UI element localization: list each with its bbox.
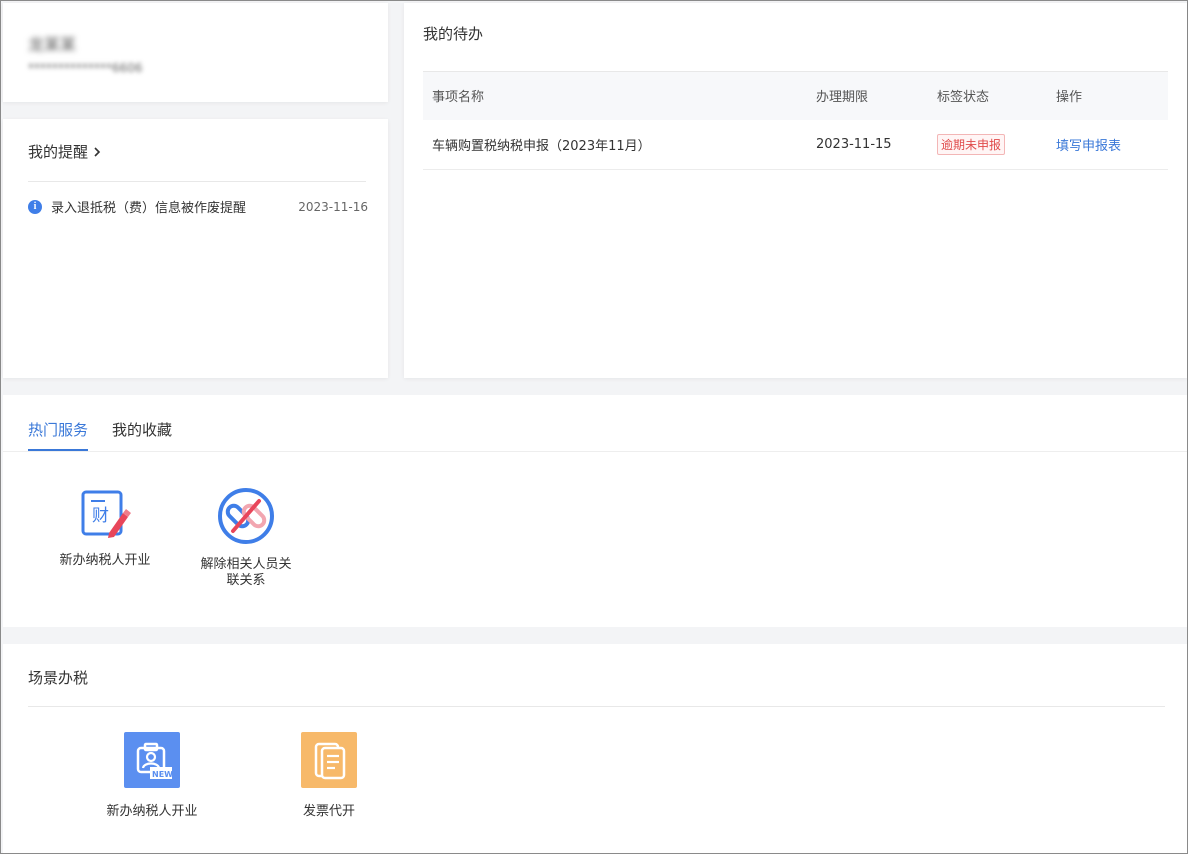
todo-table: 事项名称 办理期限 标签状态 操作 车辆购置税纳税申报（2023年11月） 20… — [423, 71, 1168, 170]
service-new-taxpayer[interactable]: 财 新办纳税人开业 — [45, 489, 165, 569]
status-badge: 逾期未申报 — [937, 133, 1006, 155]
reminder-item[interactable]: i 录入退抵税（费）信息被作废提醒 2023-11-16 — [28, 197, 368, 216]
chevron-right-icon — [94, 146, 101, 157]
new-taxpayer-icon: NEW — [124, 732, 180, 788]
new-badge: NEW — [152, 770, 173, 779]
reminder-text: 录入退抵税（费）信息被作废提醒 — [51, 201, 247, 216]
reminder-date: 2023-11-16 — [298, 199, 368, 214]
divider — [3, 451, 1187, 452]
fill-declaration-link[interactable]: 填写申报表 — [1056, 139, 1121, 154]
table-row: 车辆购置税纳税申报（2023年11月） 2023-11-15 逾期未申报 填写申… — [423, 119, 1168, 170]
reminders-title: 我的提醒 — [28, 143, 89, 161]
todo-item-status-cell: 逾期未申报 — [928, 119, 1047, 170]
finance-edit-icon: 财 — [81, 490, 131, 538]
service-label-line1: 解除相关人员关 — [200, 557, 292, 572]
services-card: 热门服务 我的收藏 财 新办纳税人开业 解除相关人员关 联关系 — [3, 395, 1187, 627]
info-icon: i — [28, 199, 42, 214]
scene-label: 发票代开 — [302, 804, 355, 819]
divider — [28, 181, 366, 182]
scene-new-taxpayer[interactable]: NEW 新办纳税人开业 — [87, 732, 217, 819]
tab-my-favorites[interactable]: 我的收藏 — [112, 419, 172, 451]
scenes-title: 场景办税 — [28, 669, 89, 687]
user-name: 龙某某 — [28, 35, 77, 54]
unlink-icon — [218, 488, 274, 544]
reminders-title-link[interactable]: 我的提醒 — [28, 141, 102, 162]
scene-label: 新办纳税人开业 — [106, 804, 198, 819]
tab-hot-services[interactable]: 热门服务 — [28, 419, 89, 451]
scenes-card: 场景办税 NEW 新办纳税人开业 发票代开 — [3, 644, 1187, 853]
column-header-status: 标签状态 — [928, 71, 1047, 120]
todo-item-action-cell: 填写申报表 — [1047, 119, 1168, 170]
user-card: 龙某某 **************6606 — [3, 3, 388, 102]
column-header-deadline: 办理期限 — [807, 71, 928, 120]
user-id: **************6606 — [28, 61, 143, 75]
reminders-card: 我的提醒 i 录入退抵税（费）信息被作废提醒 2023-11-16 — [3, 119, 388, 378]
divider — [28, 706, 1165, 707]
todo-card: 我的待办 事项名称 办理期限 标签状态 操作 车辆购置税纳税申报（2023年11… — [404, 3, 1187, 378]
service-label-line2: 联关系 — [226, 573, 266, 588]
services-tabs: 热门服务 我的收藏 — [28, 419, 172, 451]
column-header-action: 操作 — [1047, 71, 1168, 120]
svg-text:财: 财 — [92, 506, 109, 526]
todo-item-name: 车辆购置税纳税申报（2023年11月） — [423, 119, 807, 170]
invoice-icon — [301, 732, 357, 788]
todo-item-deadline: 2023-11-15 — [807, 119, 928, 170]
column-header-name: 事项名称 — [423, 71, 807, 120]
service-unlink-relations[interactable]: 解除相关人员关 联关系 — [186, 487, 306, 589]
todo-title: 我的待办 — [423, 25, 484, 43]
service-label: 新办纳税人开业 — [59, 553, 151, 568]
service-label: 解除相关人员关 联关系 — [200, 557, 291, 589]
scene-invoice-issuing[interactable]: 发票代开 — [264, 732, 394, 819]
table-header-row: 事项名称 办理期限 标签状态 操作 — [423, 71, 1168, 120]
